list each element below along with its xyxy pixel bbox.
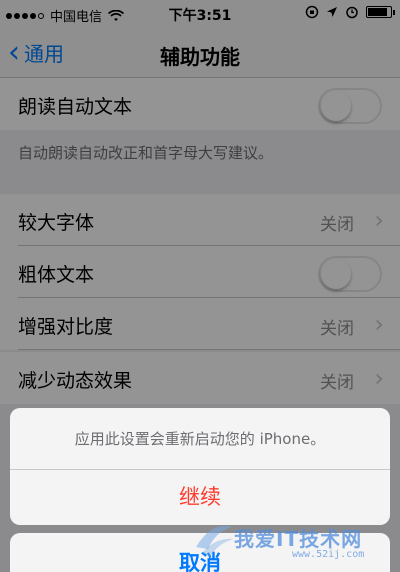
watermark-logo-icon xyxy=(196,525,234,557)
action-sheet-message: 应用此设置会重新启动您的 iPhone。 xyxy=(74,430,326,448)
watermark-text: 我爱IT技术网 xyxy=(234,527,363,551)
action-sheet: 应用此设置会重新启动您的 iPhone。 继续 xyxy=(10,408,390,525)
watermark-url: www.52ij.com xyxy=(292,549,365,560)
site-watermark: 我爱IT技术网 www.52ij.com xyxy=(192,515,392,565)
